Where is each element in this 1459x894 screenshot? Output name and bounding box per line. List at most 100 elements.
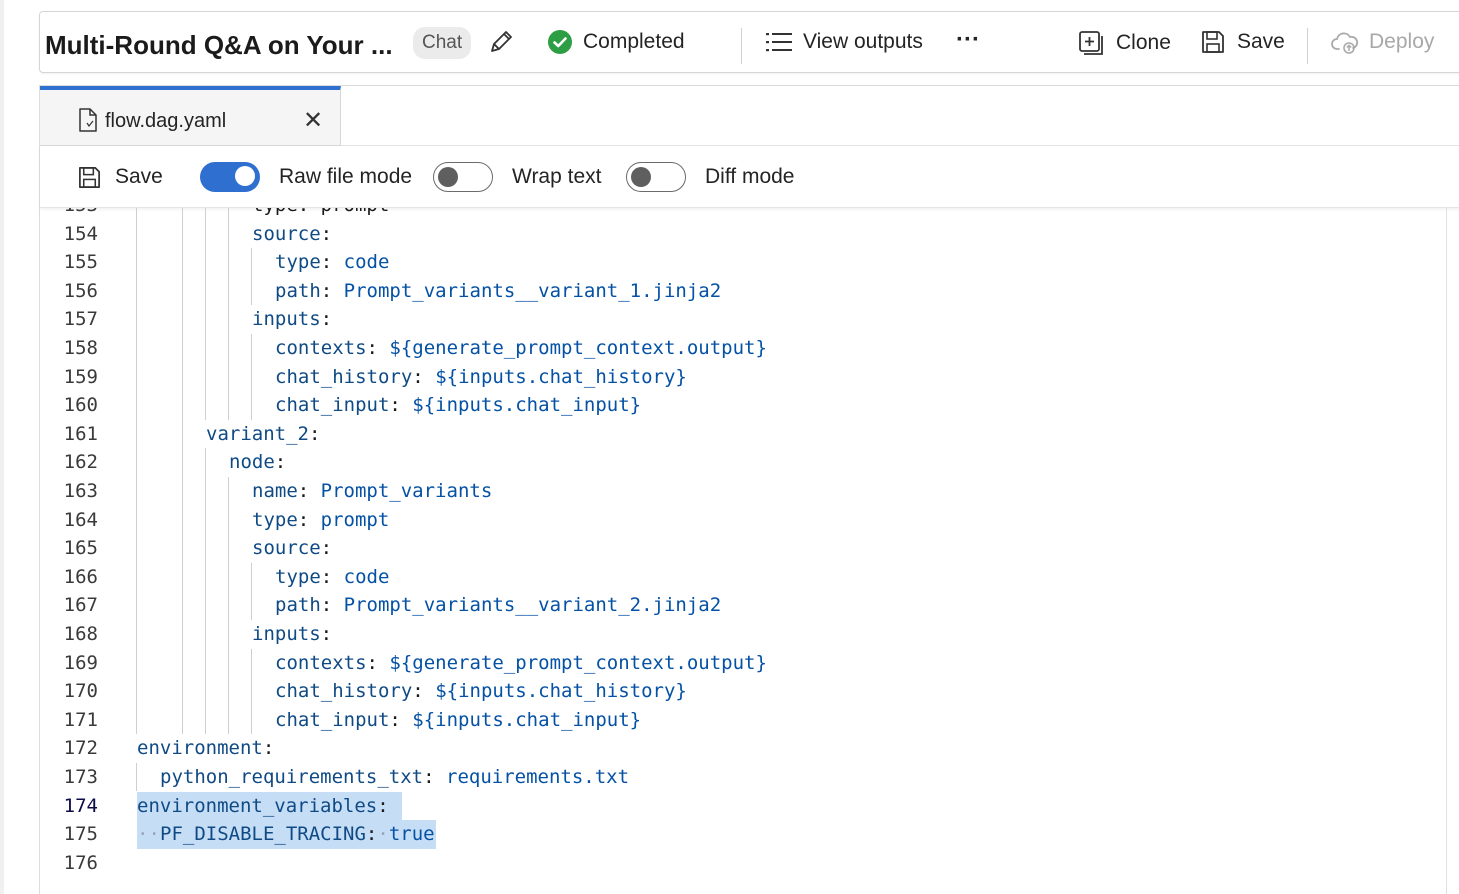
indent-whitespace-marker: ·· bbox=[137, 823, 160, 846]
code-line: 175 PF_DISABLE_TRACING:·true ·· bbox=[40, 820, 1446, 849]
line-number: 169 bbox=[63, 651, 98, 674]
editor-scrollbar-track[interactable] bbox=[1446, 208, 1447, 894]
line-number: 153 bbox=[40, 208, 98, 220]
flow-type-badge: Chat bbox=[413, 27, 472, 59]
yaml-value: true bbox=[388, 823, 435, 846]
yaml-colon: : bbox=[308, 422, 321, 445]
yaml-key: chat_history bbox=[275, 365, 413, 388]
line-text: name: Prompt_variants bbox=[252, 477, 492, 506]
wrap-text-label: Wrap text bbox=[512, 165, 602, 188]
clone-button[interactable]: Clone bbox=[1077, 29, 1171, 57]
yaml-colon: : bbox=[423, 765, 435, 788]
editor-toolbar: Save Raw file mode Wrap text Diff mode bbox=[40, 146, 1459, 208]
code-line: 163 name: Prompt_variants bbox=[40, 477, 1446, 506]
line-number: 162 bbox=[63, 451, 98, 474]
more-options-button[interactable]: ··· bbox=[956, 26, 980, 54]
raw-file-mode-label: Raw file mode bbox=[279, 165, 413, 188]
yaml-colon: : bbox=[274, 451, 287, 474]
yaml-key: contexts bbox=[275, 651, 367, 674]
diff-mode-switch[interactable] bbox=[626, 162, 686, 192]
code-line: 173 python_requirements_txt: requirements… bbox=[40, 763, 1446, 792]
yaml-value: Prompt_variants bbox=[320, 479, 493, 502]
code-line: 158 contexts: ${generate_prompt_context.o… bbox=[40, 334, 1446, 363]
status-label: Completed bbox=[583, 30, 685, 53]
line-text: variant_2: bbox=[206, 420, 320, 449]
line-number: 170 bbox=[63, 680, 98, 703]
tab-flow-dag-yaml[interactable]: flow.dag.yaml ✕ bbox=[40, 86, 341, 146]
code-line: 168 inputs: bbox=[40, 620, 1446, 649]
line-text: type: code bbox=[275, 248, 389, 277]
yaml-key: chat_input bbox=[275, 708, 390, 731]
line-text: path: Prompt_variants__variant_1.jinja2 bbox=[275, 277, 721, 306]
yaml-colon: : bbox=[412, 365, 424, 388]
close-icon[interactable]: ✕ bbox=[303, 106, 323, 135]
yaml-value: requirements.txt bbox=[446, 765, 630, 788]
yaml-colon: : bbox=[366, 336, 378, 359]
code-line: 160 chat_input: ${inputs.chat_input} bbox=[40, 391, 1446, 420]
whitespace: · bbox=[377, 823, 389, 846]
yaml-colon: : bbox=[365, 823, 378, 846]
line-text: node: bbox=[229, 448, 286, 477]
view-outputs-label: View outputs bbox=[803, 30, 923, 53]
yaml-colon: : bbox=[389, 708, 401, 731]
code-line: 157 inputs: bbox=[40, 305, 1446, 334]
yaml-colon: : bbox=[389, 394, 401, 417]
line-number: 165 bbox=[63, 537, 98, 560]
header-divider-2 bbox=[1307, 28, 1308, 64]
save-flow-button[interactable]: Save bbox=[1200, 29, 1285, 55]
line-text: type: prompt bbox=[252, 208, 389, 220]
code-line: 176 bbox=[40, 849, 1446, 878]
line-text: chat_history: ${inputs.chat_history} bbox=[275, 363, 687, 392]
code-line: 154 source: bbox=[40, 220, 1446, 249]
wrap-text-toggle[interactable]: Wrap text bbox=[433, 146, 601, 208]
yaml-colon: : bbox=[320, 537, 333, 560]
line-number: 176 bbox=[63, 851, 98, 874]
raw-file-mode-switch[interactable] bbox=[200, 162, 260, 192]
code-editor[interactable]: 153type: prompt154source:155type: code15… bbox=[40, 208, 1446, 894]
view-outputs-button[interactable]: View outputs bbox=[766, 30, 923, 54]
edit-title-button[interactable] bbox=[487, 28, 515, 56]
yaml-key: name bbox=[252, 479, 298, 502]
yaml-key: chat_history bbox=[275, 680, 413, 703]
yaml-value: ${generate_prompt_context.output} bbox=[389, 651, 767, 674]
code-line: 165 source: bbox=[40, 534, 1446, 563]
yaml-colon: : bbox=[412, 680, 424, 703]
yaml-value: ${generate_prompt_context.output} bbox=[389, 336, 767, 359]
tab-filename: flow.dag.yaml bbox=[105, 110, 227, 132]
line-text: inputs: bbox=[252, 305, 332, 334]
flow-header-toolbar: Multi-Round Q&A on Your ... Chat Complet… bbox=[39, 11, 1459, 73]
save-file-button[interactable]: Save bbox=[77, 146, 163, 208]
yaml-key: path bbox=[275, 279, 321, 302]
diff-mode-toggle[interactable]: Diff mode bbox=[626, 146, 795, 208]
diff-mode-label: Diff mode bbox=[705, 165, 795, 188]
wrap-text-switch[interactable] bbox=[433, 162, 493, 192]
more-icon: ··· bbox=[956, 26, 980, 53]
yaml-key: contexts bbox=[275, 336, 367, 359]
pencil-icon bbox=[487, 28, 515, 56]
deploy-button[interactable]: Deploy bbox=[1331, 29, 1434, 55]
line-number: 160 bbox=[63, 394, 98, 417]
code-line: 166 type: code bbox=[40, 563, 1446, 592]
yaml-key: path bbox=[275, 594, 321, 617]
left-edge-strip bbox=[0, 0, 4, 894]
flow-title[interactable]: Multi-Round Q&A on Your ... bbox=[45, 30, 393, 61]
yaml-colon: : bbox=[320, 594, 333, 617]
line-number: 166 bbox=[63, 565, 98, 588]
line-text: source: bbox=[252, 220, 332, 249]
yaml-key: chat_input bbox=[275, 394, 390, 417]
line-number: 167 bbox=[63, 594, 98, 617]
yaml-colon: : bbox=[297, 479, 310, 502]
yaml-colon: : bbox=[262, 737, 275, 760]
code-line: 161 variant_2: bbox=[40, 420, 1446, 449]
line-number: 155 bbox=[63, 251, 98, 274]
raw-file-mode-toggle[interactable]: Raw file mode bbox=[200, 146, 412, 208]
yaml-colon: : bbox=[320, 222, 333, 245]
yaml-value: ${inputs.chat_history} bbox=[435, 680, 687, 703]
code-line: 155 type: code bbox=[40, 248, 1446, 277]
line-number: 173 bbox=[63, 765, 98, 788]
